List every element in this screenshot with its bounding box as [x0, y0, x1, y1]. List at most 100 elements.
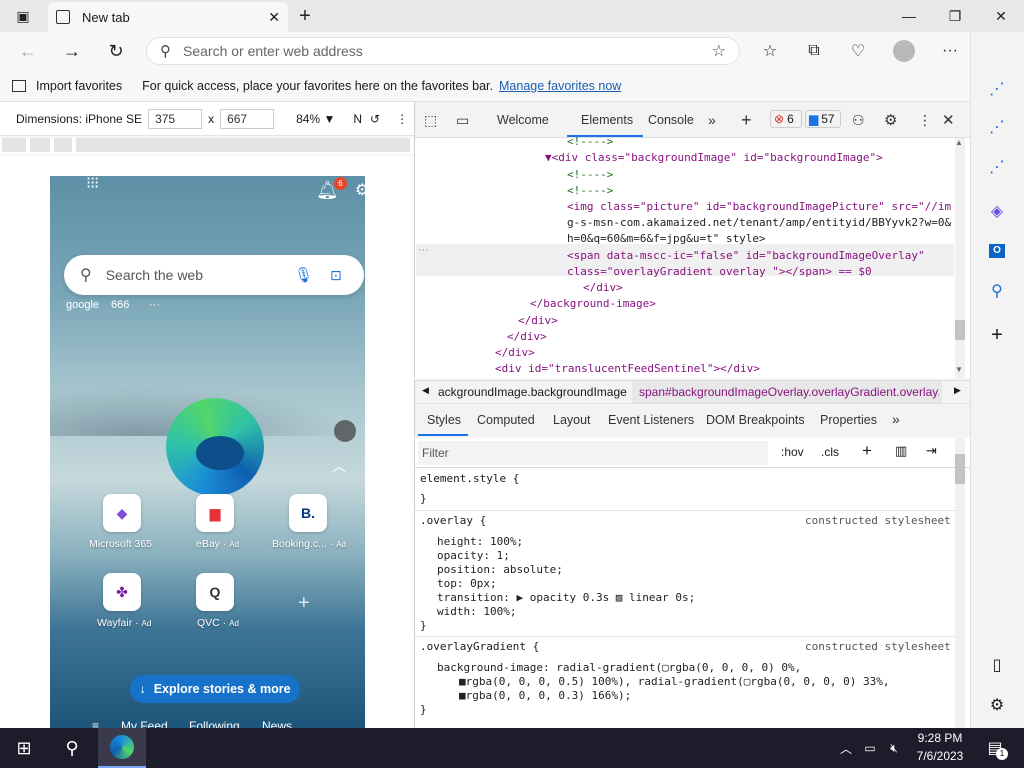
notification-center-icon[interactable]: ▤	[980, 728, 1010, 768]
tab-actions-icon[interactable]: ▣	[0, 0, 46, 32]
dom-node-line[interactable]: h=0&q=60&m=6&f=jpg&u=t" style>	[567, 231, 766, 247]
css-property[interactable]: transition: ▶ opacity 0.3s ▨ linear 0s;	[437, 591, 695, 605]
subtab-styles[interactable]: Styles	[427, 413, 461, 427]
explore-stories-button[interactable]: ↓ Explore stories & more	[130, 675, 300, 703]
dom-node-line[interactable]: <!---->	[567, 167, 613, 183]
zoom-select[interactable]: 84% ▼	[296, 112, 335, 126]
dom-node-line[interactable]: </div>	[507, 329, 547, 345]
collections-icon[interactable]: ⧉	[798, 36, 830, 66]
volume-muted-icon[interactable]: 🔇︎	[884, 728, 904, 768]
css-property[interactable]: height: 100%;	[437, 535, 523, 549]
dom-node-line[interactable]: g-s-msn-com.akamaized.net/tenant/amp/ent…	[567, 215, 951, 231]
overlay-selector[interactable]: .overlay {	[420, 514, 486, 528]
taskbar-edge-icon[interactable]	[98, 728, 146, 768]
sidebar-hide-icon[interactable]: ▯	[984, 652, 1010, 678]
quick-link-google[interactable]: google	[66, 299, 99, 311]
feed-menu-icon[interactable]: ≡	[92, 719, 99, 728]
new-style-rule-icon[interactable]: +	[862, 441, 872, 461]
favorites-icon[interactable]: ☆	[754, 36, 786, 66]
favorite-star-icon[interactable]: ☆	[712, 41, 726, 61]
dom-node-line[interactable]: </div>	[518, 313, 558, 329]
subtab-layout[interactable]: Layout	[553, 413, 591, 427]
dom-node-line[interactable]: <!---->	[567, 134, 613, 150]
subtab-computed[interactable]: Computed	[477, 413, 535, 427]
tile-booking-icon[interactable]: B.	[289, 494, 327, 532]
back-icon[interactable]: ←	[12, 36, 44, 66]
dom-node-line[interactable]: <!---->	[567, 183, 613, 199]
tile-microsoft-365-icon[interactable]: ◆	[103, 494, 141, 532]
dom-node-line[interactable]: ▼<div class="backgroundImage" id="backgr…	[545, 150, 883, 166]
dom-node-line[interactable]: class="overlayGradient overlay "></span>…	[567, 264, 872, 280]
quick-link-more[interactable]: ···	[149, 299, 160, 311]
breadcrumb-right-icon[interactable]: ▶	[954, 385, 961, 396]
breadcrumb-left-icon[interactable]: ◀	[422, 385, 429, 396]
visual-search-icon[interactable]: ⊡	[330, 267, 342, 284]
web-search-box[interactable]: ⚲ Search the web 🎙︎ ⊡	[64, 255, 364, 295]
microphone-icon[interactable]: 🎙︎	[294, 266, 313, 284]
network-throttle-select[interactable]: N	[353, 112, 362, 126]
subtab-properties[interactable]: Properties	[820, 413, 877, 427]
tile-ebay-icon[interactable]: ▆	[196, 494, 234, 532]
devtools-more-icon[interactable]: ⋮	[918, 102, 932, 138]
css-property[interactable]: opacity: 1;	[437, 549, 510, 563]
feed-nav-my-feed[interactable]: My Feed	[121, 719, 168, 728]
browser-essentials-icon[interactable]: ♡	[842, 36, 874, 66]
network-icon[interactable]: ▭	[860, 728, 880, 768]
device-toggle-icon[interactable]: ▭	[456, 102, 469, 138]
device-more-icon[interactable]: ⋮	[396, 112, 408, 126]
dom-node-line[interactable]: <div id="translucentFeedSentinel"></div>	[495, 361, 760, 377]
toggle-sidebar-icon[interactable]: ⇥	[926, 443, 937, 459]
sidebar-discover-icon[interactable]: ⋰	[984, 114, 1010, 140]
devtools-settings-icon[interactable]: ⚙	[884, 102, 897, 138]
css-property[interactable]: position: absolute;	[437, 563, 563, 577]
apps-grid-icon[interactable]: ⁝⁝⁝	[86, 176, 99, 192]
message-count-button[interactable]: ▆ 57	[805, 110, 841, 128]
dimensions-label[interactable]: Dimensions: iPhone SE	[16, 112, 142, 126]
scroll-down-icon[interactable]: ▼	[955, 365, 963, 374]
error-count-button[interactable]: ⊗ 6	[770, 110, 802, 128]
settings-gear-icon[interactable]: ⚙	[355, 180, 369, 200]
quick-link-666[interactable]: 666	[111, 299, 129, 311]
element-style-selector[interactable]: element.style {	[420, 472, 519, 486]
device-height-input[interactable]	[220, 108, 275, 129]
restore-icon[interactable]: ❐	[932, 0, 978, 32]
taskbar-search-icon[interactable]: ⚲	[50, 728, 94, 768]
styles-filter-input[interactable]: Filter	[418, 441, 768, 465]
import-favorites-button[interactable]: Import favorites	[12, 79, 122, 93]
overlay-gradient-source-link[interactable]: constructed stylesheet	[805, 640, 951, 654]
tab-welcome[interactable]: Welcome	[497, 102, 549, 138]
paint-icon[interactable]: ▥	[895, 443, 907, 459]
node-actions-icon[interactable]: ···	[418, 244, 429, 256]
forward-icon[interactable]: →	[56, 36, 88, 66]
collapse-chevron-icon[interactable]: ︿	[332, 456, 346, 476]
address-bar[interactable]: ⚲ Search or enter web address ☆	[146, 37, 740, 65]
subtab-dom-breakpoints[interactable]: DOM Breakpoints	[706, 413, 805, 427]
styles-scroll-thumb[interactable]	[955, 454, 965, 484]
new-tab-button[interactable]: +	[282, 0, 328, 32]
more-subtabs-icon[interactable]: »	[892, 411, 900, 427]
clock-time[interactable]: 9:28 PM	[914, 731, 966, 745]
sidebar-add-icon[interactable]: +	[984, 322, 1010, 348]
dom-node-line[interactable]: <span data-mscc-ic="false" id="backgroun…	[567, 248, 925, 264]
add-tile-icon[interactable]: +	[298, 592, 310, 615]
dom-node-line[interactable]: </div>	[495, 345, 535, 361]
sidebar-search-icon[interactable]: ⋰	[984, 76, 1010, 102]
add-tab-icon[interactable]: +	[741, 102, 752, 138]
sidebar-tools-icon[interactable]: ⋰	[984, 154, 1010, 180]
device-width-input[interactable]	[148, 108, 203, 129]
dom-node-line[interactable]: </div>	[583, 280, 623, 296]
sidebar-office-icon[interactable]: ◈	[984, 198, 1010, 224]
devtools-close-icon[interactable]: ✕	[942, 102, 955, 138]
sidebar-search-tool-icon[interactable]: ⚲	[984, 278, 1010, 304]
show-hidden-icons[interactable]: ︿	[836, 728, 856, 768]
tile-qvc-icon[interactable]: Q	[196, 573, 234, 611]
close-tab-icon[interactable]: ✕	[268, 9, 280, 26]
cls-button[interactable]: .cls	[821, 445, 839, 459]
tab-console[interactable]: Console	[648, 102, 694, 138]
tab-elements[interactable]: Elements	[581, 102, 633, 138]
browser-tab[interactable]: New tab ✕	[48, 2, 288, 32]
more-tabs-icon[interactable]: »	[708, 102, 716, 138]
feed-nav-following[interactable]: Following	[189, 719, 240, 728]
refresh-icon[interactable]: ↻	[100, 36, 132, 66]
overlay-source-link[interactable]: constructed stylesheet	[805, 514, 951, 528]
